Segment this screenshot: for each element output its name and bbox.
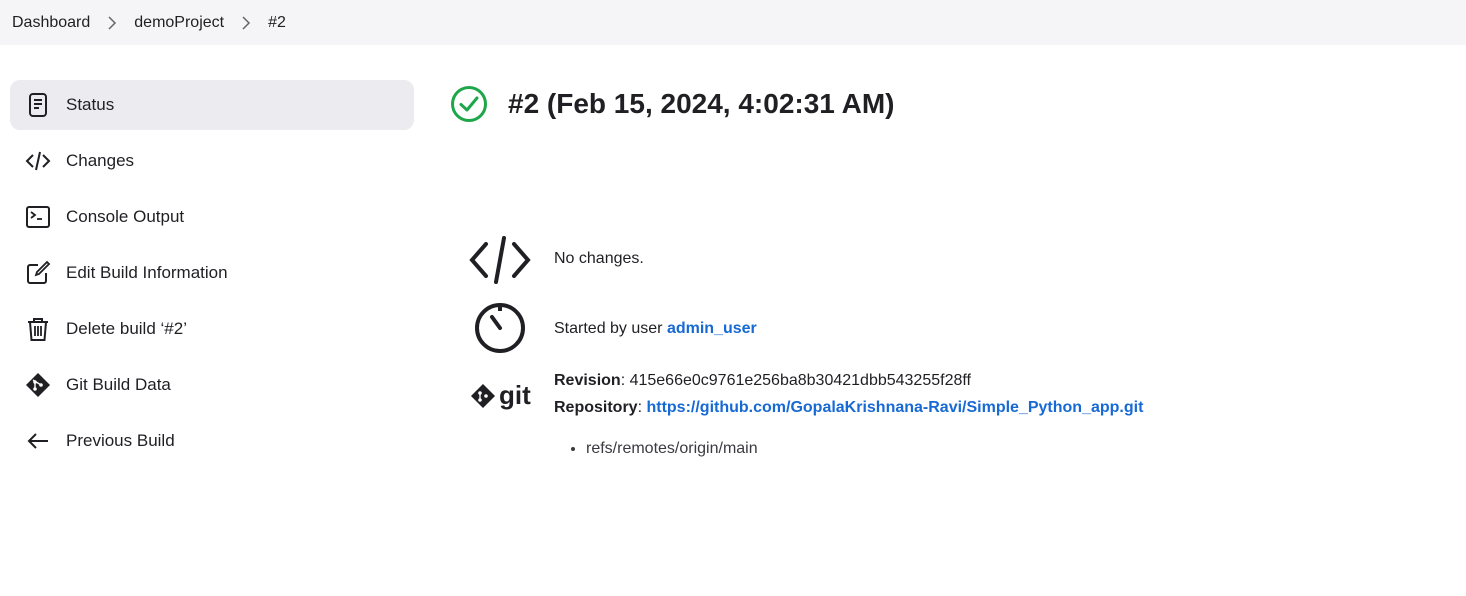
revision-label: Revision: [554, 372, 621, 389]
changes-row: No changes.: [468, 232, 644, 288]
sidebar-item-git-build-data[interactable]: Git Build Data: [10, 360, 414, 410]
sidebar-item-status[interactable]: Status: [10, 80, 414, 130]
success-check-icon: [451, 86, 487, 122]
trash-icon: [24, 315, 52, 343]
started-row: Started by user admin_user: [468, 300, 757, 356]
started-prefix: Started by user: [554, 320, 667, 337]
sidebar-item-label: Git Build Data: [66, 375, 171, 394]
sidebar-item-previous-build[interactable]: Previous Build: [10, 416, 414, 466]
terminal-icon: [24, 203, 52, 231]
breadcrumb: Dashboard demoProject #2: [0, 0, 1466, 45]
chevron-right-icon: [224, 15, 268, 31]
git-icon: [24, 371, 52, 399]
main-content: #2 (Feb 15, 2024, 4:02:31 AM): [450, 80, 894, 128]
repository-line: Repository: https://github.com/GopalaKri…: [554, 399, 1143, 417]
user-link[interactable]: admin_user: [667, 320, 757, 337]
code-icon: [24, 147, 52, 175]
revision-value: : 415e66e0c9761e256ba8b30421dbb543255f28…: [620, 372, 971, 389]
breadcrumb-project[interactable]: demoProject: [134, 14, 224, 32]
git-refs-list: refs/remotes/origin/main: [586, 440, 758, 458]
sidebar-item-changes[interactable]: Changes: [10, 136, 414, 186]
sidebar-item-label: Status: [66, 95, 115, 114]
breadcrumb-dashboard[interactable]: Dashboard: [12, 14, 90, 32]
started-by-text: Started by user admin_user: [554, 320, 757, 338]
document-icon: [24, 91, 52, 119]
revision-line: Revision: 415e66e0c9761e256ba8b30421dbb5…: [554, 372, 971, 390]
git-row: git Revision: 415e66e0c9761e256ba8b30421…: [468, 368, 1143, 424]
list-item: refs/remotes/origin/main: [586, 440, 758, 458]
sidebar-item-delete-build[interactable]: Delete build ‘#2’: [10, 304, 414, 354]
breadcrumb-build[interactable]: #2: [268, 14, 286, 32]
repository-link[interactable]: https://github.com/GopalaKrishnana-Ravi/…: [646, 399, 1143, 416]
page-title: #2 (Feb 15, 2024, 4:02:31 AM): [508, 88, 895, 119]
build-header: #2 (Feb 15, 2024, 4:02:31 AM): [450, 80, 894, 128]
repository-label: Repository: [554, 399, 638, 416]
git-logo-icon: git: [468, 368, 532, 424]
chevron-right-icon: [90, 15, 134, 31]
sidebar-item-label: Previous Build: [66, 431, 175, 450]
sidebar-item-label: Changes: [66, 151, 135, 170]
git-logo-text: git: [499, 380, 531, 410]
edit-icon: [24, 259, 52, 287]
sidebar-item-edit-build-information[interactable]: Edit Build Information: [10, 248, 414, 298]
sidebar: Status Changes Console Output Edit Build…: [10, 80, 414, 472]
changes-text: No changes.: [554, 250, 644, 267]
sidebar-item-label: Console Output: [66, 207, 185, 226]
sidebar-item-label: Edit Build Information: [66, 263, 228, 282]
sidebar-item-label: Delete build ‘#2’: [66, 319, 187, 338]
arrow-left-icon: [24, 427, 52, 455]
sidebar-item-console-output[interactable]: Console Output: [10, 192, 414, 242]
timer-icon: [468, 300, 532, 356]
code-icon: [468, 232, 532, 288]
